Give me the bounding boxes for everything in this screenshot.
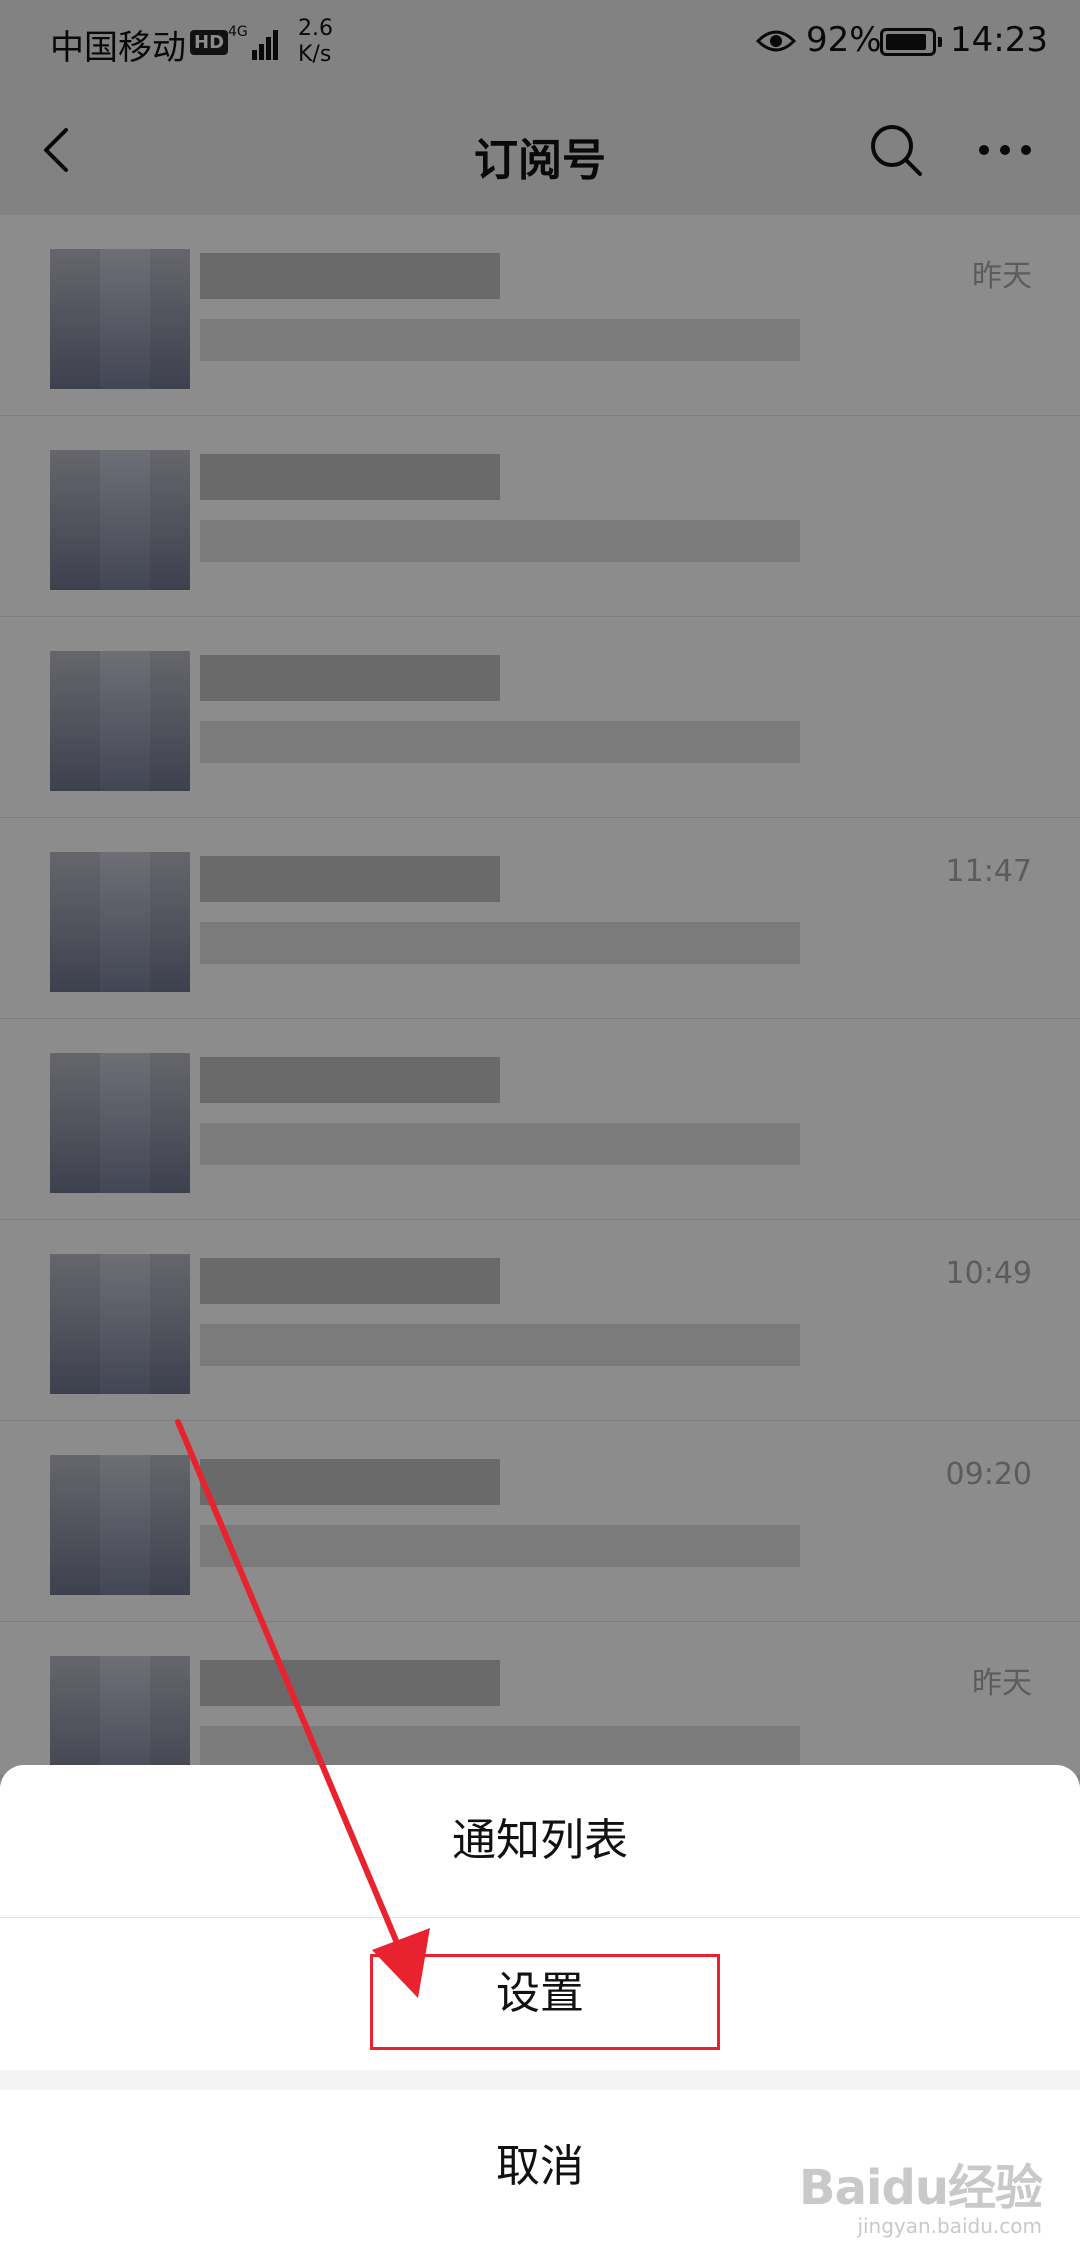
sheet-divider <box>0 2070 1080 2090</box>
watermark-brand: Baidu经验 <box>799 2160 1043 2216</box>
baidu-watermark: Baidu经验 jingyan.baidu.com <box>799 2148 1043 2238</box>
highlight-box <box>370 1954 720 2050</box>
notification-list-button[interactable]: 通知列表 <box>0 1765 1080 1918</box>
